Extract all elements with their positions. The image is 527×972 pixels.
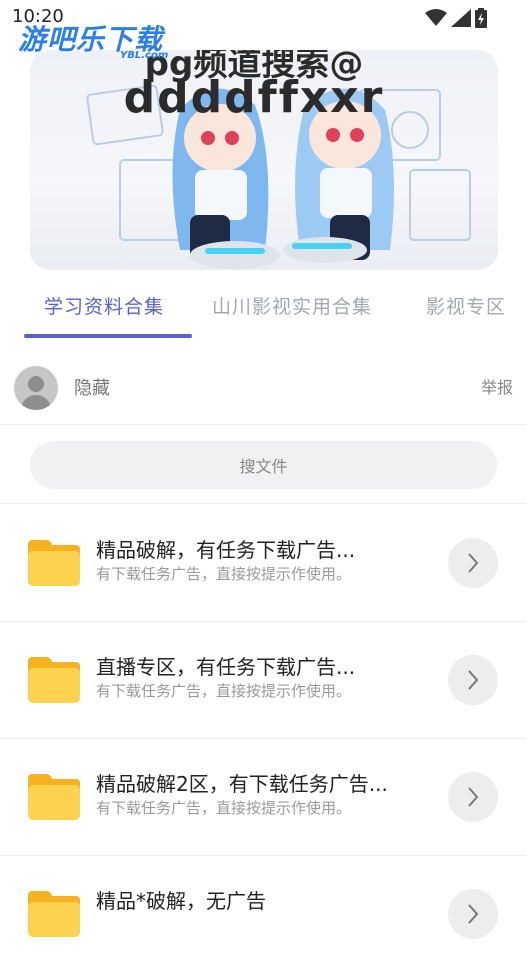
tab-video-zone[interactable]: 影视专区 (426, 292, 506, 319)
chevron-right-icon (468, 670, 479, 690)
folder-icon (28, 540, 80, 586)
list-item[interactable]: 精品破解2区，有下载任务广告... 有下载任务广告，直接按提示作使用。 (0, 738, 527, 856)
watermark-sub: YBL.com (120, 50, 169, 61)
tab-shanchuan-videos[interactable]: 山川影视实用合集 (212, 292, 372, 319)
list-item[interactable]: 精品*破解，无广告 (0, 855, 527, 972)
file-subtitle: 有下载任务广告，直接按提示作使用。 (96, 799, 352, 817)
cell-signal-icon (451, 9, 471, 27)
battery-icon (475, 8, 487, 28)
search-placeholder: 搜文件 (239, 457, 288, 476)
search-section: 搜文件 (0, 425, 527, 504)
tab-indicator (24, 334, 192, 338)
tab-study-materials[interactable]: 学习资料合集 (44, 292, 164, 319)
category-tabs: 学习资料合集 山川影视实用合集 影视专区 (0, 278, 527, 340)
folder-icon (28, 774, 80, 820)
open-folder-button[interactable] (448, 538, 498, 588)
file-title: 直播专区，有任务下载广告... (96, 655, 356, 679)
avatar-icon[interactable] (14, 366, 58, 410)
owner-name: 隐藏 (74, 378, 110, 399)
file-title: 精品*破解，无广告 (96, 889, 266, 913)
status-icons (425, 8, 487, 28)
chevron-right-icon (468, 787, 479, 807)
file-subtitle: 有下载任务广告，直接按提示作使用。 (96, 682, 352, 700)
open-folder-button[interactable] (448, 772, 498, 822)
banner-image[interactable]: pg频道搜索@ ddddffxxr (30, 50, 498, 270)
file-title: 精品破解，有任务下载广告... (96, 538, 356, 562)
folder-icon (28, 891, 80, 937)
search-input[interactable]: 搜文件 (30, 441, 497, 489)
chevron-right-icon (468, 904, 479, 924)
wifi-icon (425, 9, 447, 26)
chevron-right-icon (468, 553, 479, 573)
file-subtitle: 有下载任务广告，直接按提示作使用。 (96, 565, 352, 583)
list-item[interactable]: 直播专区，有任务下载广告... 有下载任务广告，直接按提示作使用。 (0, 621, 527, 739)
banner-caption-line2: ddddffxxr (123, 72, 385, 123)
open-folder-button[interactable] (448, 655, 498, 705)
list-item[interactable]: 精品破解，有任务下载广告... 有下载任务广告，直接按提示作使用。 (0, 504, 527, 622)
owner-row: 隐藏 举报 (0, 358, 527, 425)
report-button[interactable]: 举报 (481, 374, 513, 398)
file-title: 精品破解2区，有下载任务广告... (96, 772, 388, 796)
folder-icon (28, 657, 80, 703)
open-folder-button[interactable] (448, 889, 498, 939)
